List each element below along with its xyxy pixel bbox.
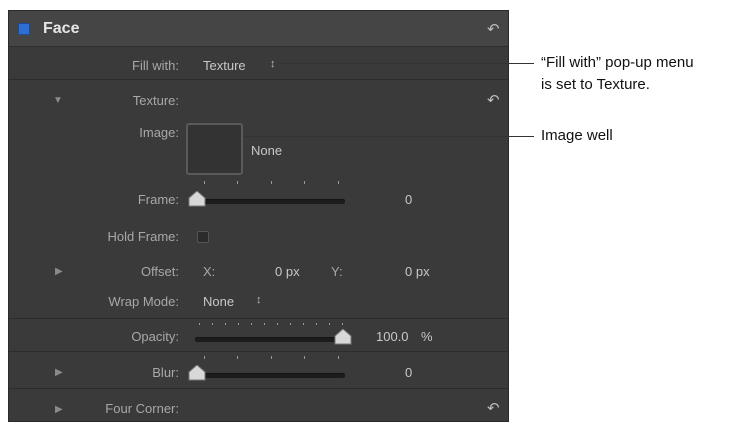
texture-label: Texture: — [132, 93, 179, 108]
slider-tick — [271, 356, 272, 359]
slider-tick — [204, 181, 205, 184]
blur-value[interactable]: 0 — [405, 365, 412, 380]
slider-tick — [237, 181, 238, 184]
slider-tick — [303, 323, 304, 325]
blur-label: Blur: — [152, 365, 179, 380]
disclosure-open-icon[interactable]: ▼ — [53, 95, 63, 106]
slider-tick — [271, 181, 272, 184]
callout-fill-with-line1: “Fill with” pop-up menu — [541, 54, 694, 71]
callout-line — [278, 63, 534, 64]
hold-frame-checkbox[interactable] — [197, 231, 209, 243]
reset-arrow-icon[interactable]: ↶ — [487, 399, 500, 417]
callout-image-well: Image well — [541, 127, 613, 144]
offset-x-label: X: — [203, 264, 216, 279]
callout-fill-with-line2: is set to Texture. — [541, 76, 650, 93]
slider-tick — [199, 323, 200, 325]
slider-track — [197, 199, 345, 204]
frame-value[interactable]: 0 — [405, 192, 412, 207]
face-enable-checkbox[interactable] — [18, 23, 30, 35]
slider-tick — [238, 323, 239, 325]
slider-tick — [316, 323, 317, 325]
slider-tick — [338, 356, 339, 359]
slider-tick — [304, 356, 305, 359]
popup-arrows-icon[interactable]: ↕ — [270, 58, 276, 70]
slider-tick — [212, 323, 213, 325]
popup-arrows-icon[interactable]: ↕ — [256, 294, 262, 306]
opacity-label: Opacity: — [131, 329, 179, 344]
face-header: Face ↶ — [9, 11, 508, 47]
offset-y-value[interactable]: 0 px — [405, 264, 430, 279]
hold-frame-label: Hold Frame: — [107, 229, 179, 244]
divider — [9, 318, 508, 319]
slider-tick — [338, 181, 339, 184]
divider — [9, 79, 508, 80]
slider-tick — [264, 323, 265, 325]
slider-track — [197, 373, 345, 378]
reset-arrow-icon[interactable]: ↶ — [487, 91, 500, 109]
opacity-unit: % — [421, 329, 433, 344]
slider-tick — [329, 323, 330, 325]
disclosure-closed-icon[interactable]: ▶ — [55, 404, 63, 415]
slider-tick — [251, 323, 252, 325]
slider-tick — [304, 181, 305, 184]
face-inspector-panel: Face ↶ Fill with: Texture ↕ ▼ Texture: ↶… — [8, 10, 509, 422]
slider-track — [195, 337, 343, 342]
image-label: Image: — [139, 125, 179, 140]
divider — [9, 351, 508, 352]
reset-arrow-icon[interactable]: ↶ — [487, 20, 500, 38]
disclosure-closed-icon[interactable]: ▶ — [55, 367, 63, 378]
offset-label: Offset: — [140, 264, 179, 279]
image-value: None — [251, 143, 283, 158]
image-well[interactable] — [186, 123, 243, 175]
offset-x-value[interactable]: 0 px — [275, 264, 300, 279]
face-title: Face — [43, 20, 80, 37]
disclosure-closed-icon[interactable]: ▶ — [55, 266, 63, 277]
offset-y-label: Y: — [331, 264, 343, 279]
four-corner-label: Four Corner: — [105, 401, 179, 416]
opacity-value[interactable]: 100.0 — [376, 329, 409, 344]
frame-label: Frame: — [137, 192, 179, 207]
slider-tick — [342, 323, 343, 325]
wrap-mode-label: Wrap Mode: — [108, 294, 179, 309]
slider-tick — [225, 323, 226, 325]
divider — [9, 388, 508, 389]
slider-tick — [277, 323, 278, 325]
wrap-mode-popup[interactable]: None — [203, 294, 234, 309]
callout-line — [244, 136, 534, 137]
fill-with-popup[interactable]: Texture — [203, 58, 246, 73]
slider-tick — [237, 356, 238, 359]
slider-tick — [204, 356, 205, 359]
fill-with-label: Fill with: — [132, 58, 179, 73]
slider-tick — [290, 323, 291, 325]
